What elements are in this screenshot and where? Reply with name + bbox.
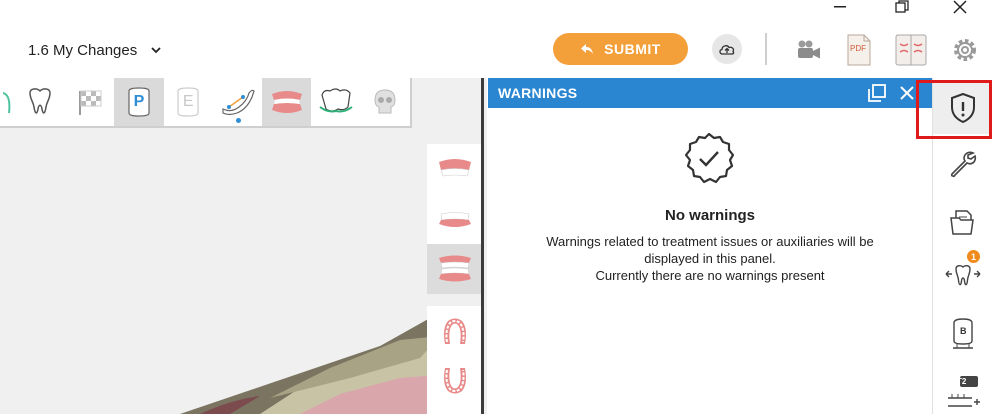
- popout-icon: [868, 84, 886, 102]
- minimize-button[interactable]: [820, 0, 860, 14]
- occlusal-views-panel: [427, 306, 483, 414]
- gear-icon: [954, 39, 976, 61]
- sidebar-item-brackets[interactable]: B: [933, 308, 992, 360]
- bracket-b-label: B: [960, 326, 967, 336]
- wrench-icon: [950, 151, 977, 178]
- 3d-viewport[interactable]: P E: [0, 78, 487, 414]
- view-upper-occlusal[interactable]: [427, 306, 483, 356]
- pdf-label: PDF: [850, 44, 866, 53]
- no-warnings-title: No warnings: [664, 207, 755, 224]
- tool-arch-ruler[interactable]: [213, 78, 262, 126]
- no-warnings-line-1: Warnings related to treatment issues or …: [546, 234, 874, 266]
- warnings-panel: WARNINGS No warnings Warnings related to…: [488, 78, 932, 414]
- upper-occlusal-view-icon: [444, 318, 466, 344]
- submit-arrow-icon: [581, 44, 594, 54]
- video-camera-button[interactable]: [793, 32, 825, 68]
- dentures-icon: [271, 91, 302, 113]
- both-jaws-view-icon: [439, 255, 471, 282]
- tool-partial-tooth[interactable]: [0, 78, 16, 126]
- chevron-down-icon: [151, 47, 161, 54]
- settings-button[interactable]: [950, 32, 980, 68]
- tool-dentures[interactable]: [262, 78, 312, 126]
- upper-jaw-view-icon: [439, 159, 471, 177]
- panel-divider[interactable]: [481, 78, 484, 414]
- close-icon: [900, 86, 914, 100]
- sidebar-item-t2-ruler[interactable]: T2: [933, 368, 992, 414]
- version-label: 1.6 My Changes: [28, 42, 138, 59]
- no-warnings-description: Warnings related to treatment issues or …: [488, 233, 932, 284]
- right-sidebar: 1 B T2: [932, 78, 992, 414]
- version-dropdown[interactable]: 1.6 My Changes: [28, 42, 161, 59]
- video-camera-icon: [798, 40, 820, 59]
- sidebar-item-documents[interactable]: [933, 196, 992, 248]
- view-front[interactable]: [427, 194, 483, 244]
- lower-occlusal-view-icon: [444, 368, 466, 394]
- front-view-icon: [439, 212, 471, 227]
- cloud-upload-button[interactable]: [712, 34, 742, 64]
- tooth-icon: [29, 88, 52, 114]
- tooth-movement-badge: 1: [967, 250, 980, 263]
- submit-label: SUBMIT: [604, 41, 661, 57]
- submit-button[interactable]: SUBMIT: [553, 33, 688, 65]
- view-lower-occlusal[interactable]: [427, 356, 483, 406]
- split-compare-icon: [895, 34, 927, 66]
- documents-icon: [950, 210, 974, 235]
- compare-view-button[interactable]: [894, 32, 928, 68]
- e-marker-label: E: [182, 93, 194, 110]
- tool-tooth[interactable]: [16, 78, 65, 126]
- sidebar-item-tooth-movement[interactable]: 1: [933, 250, 992, 302]
- tooth-movement-icon: [945, 264, 981, 286]
- no-warnings-line-2: Currently there are no warnings present: [595, 268, 825, 283]
- top-bar: 1.6 My Changes SUBMIT PDF: [0, 0, 992, 78]
- check-badge-icon: [683, 132, 735, 189]
- warnings-header: WARNINGS: [488, 78, 932, 108]
- model-render: [180, 318, 470, 414]
- cloud-upload-icon: [719, 45, 735, 55]
- popout-button[interactable]: [862, 78, 892, 108]
- warnings-title: WARNINGS: [498, 85, 578, 101]
- tool-e-marker[interactable]: E: [164, 78, 213, 126]
- active-dot: [235, 118, 241, 123]
- header-separator: [765, 33, 767, 65]
- restore-button[interactable]: [882, 0, 922, 14]
- tool-flag[interactable]: [65, 78, 114, 126]
- close-window-button[interactable]: [940, 0, 980, 14]
- pdf-button[interactable]: PDF: [846, 32, 872, 68]
- t2-label: T2: [957, 377, 967, 386]
- close-panel-button[interactable]: [892, 78, 922, 108]
- view-both-jaws[interactable]: [427, 244, 483, 294]
- aligner-icon: [319, 88, 353, 113]
- arch-ruler-icon: [221, 89, 255, 116]
- view-toolbar: P E: [0, 78, 412, 128]
- sidebar-item-warnings[interactable]: [933, 82, 992, 134]
- warnings-shield-icon: [951, 92, 975, 124]
- tool-skull[interactable]: [361, 78, 410, 126]
- tool-p-marker[interactable]: P: [114, 78, 164, 126]
- view-upper-jaw[interactable]: [427, 144, 483, 194]
- sidebar-item-tools[interactable]: [933, 138, 992, 190]
- view-presets-panel: [427, 144, 483, 294]
- p-marker-label: P: [133, 93, 145, 110]
- tool-aligner[interactable]: [311, 78, 360, 126]
- skull-icon: [374, 89, 396, 114]
- checkered-flag-icon: [78, 90, 102, 115]
